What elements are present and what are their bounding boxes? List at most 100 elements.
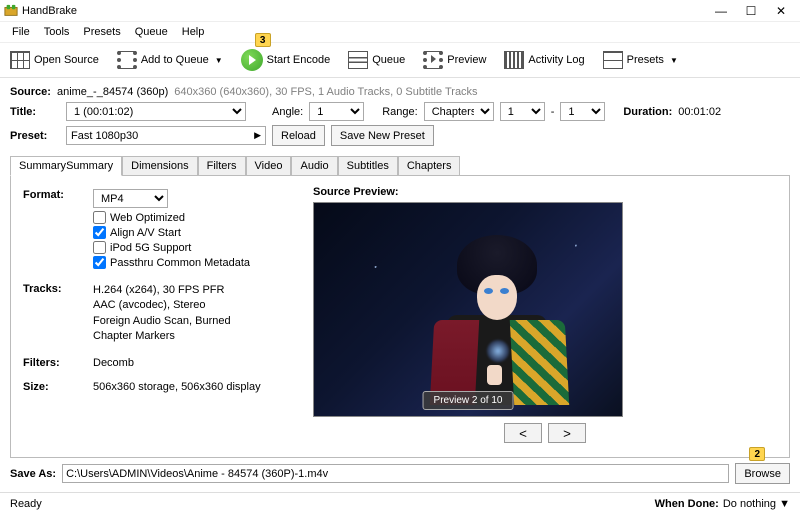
passthru-checkbox[interactable]: Passthru Common Metadata (93, 256, 293, 269)
tab-dimensions[interactable]: Dimensions (122, 156, 197, 175)
ipod-checkbox[interactable]: iPod 5G Support (93, 241, 293, 254)
save-as-input[interactable] (62, 464, 729, 483)
angle-label: Angle: (272, 106, 303, 118)
activity-log-button[interactable]: Activity Log (500, 49, 588, 71)
preset-selected: Fast 1080p30 (71, 130, 138, 142)
start-encode-label: Start Encode (267, 54, 331, 66)
chevron-down-icon: ▼ (779, 498, 790, 510)
callout-2: 2 (749, 447, 765, 461)
align-av-label: Align A/V Start (110, 227, 181, 239)
format-label: Format: (23, 189, 93, 208)
range-type-select[interactable]: Chapters (424, 102, 494, 121)
app-icon (4, 4, 18, 18)
source-preview: Preview 2 of 10 (313, 202, 623, 417)
web-optimized-label: Web Optimized (110, 212, 185, 224)
track-line: H.264 (x264), 30 FPS PFR (93, 283, 293, 298)
preset-label: Preset: (10, 130, 60, 142)
queue-label: Queue (372, 54, 405, 66)
close-button[interactable]: ✕ (766, 1, 796, 21)
source-name: anime_-_84574 (360p) (57, 86, 168, 98)
activity-log-label: Activity Log (528, 54, 584, 66)
add-to-queue-button[interactable]: Add to Queue ▼ (113, 49, 227, 71)
chevron-down-icon: ▼ (215, 56, 223, 65)
web-optimized-checkbox[interactable]: Web Optimized (93, 211, 293, 224)
size-value: 506x360 storage, 506x360 display (93, 381, 293, 393)
content-area: Source: anime_-_84574 (360p) 640x360 (64… (0, 78, 800, 462)
presets-button[interactable]: Presets ▼ (599, 49, 682, 71)
window-title: HandBrake (22, 5, 706, 17)
range-label: Range: (382, 106, 417, 118)
chevron-right-icon: ▶ (254, 130, 261, 141)
open-source-button[interactable]: Open Source (6, 49, 103, 71)
tab-body-summary: Format: MP4 Web Optimized Align A/V Star… (10, 176, 790, 458)
passthru-label: Passthru Common Metadata (110, 257, 250, 269)
preview-label: Preview (447, 54, 486, 66)
menubar: File Tools Presets Queue Help (0, 22, 800, 43)
preview-next-button[interactable]: > (548, 423, 586, 443)
start-encode-button[interactable]: 3 Start Encode (237, 47, 335, 73)
range-from-select[interactable]: 1 (500, 102, 545, 121)
tab-audio[interactable]: Audio (291, 156, 337, 175)
tracks-list: H.264 (x264), 30 FPS PFR AAC (avcodec), … (93, 283, 293, 345)
range-to-select[interactable]: 1 (560, 102, 605, 121)
size-label: Size: (23, 381, 93, 393)
summary-left: Format: MP4 Web Optimized Align A/V Star… (23, 186, 293, 443)
menu-file[interactable]: File (6, 24, 36, 40)
status-text: Ready (10, 498, 42, 510)
tabs: SummarySummary Dimensions Filters Video … (10, 156, 790, 176)
align-av-checkbox[interactable]: Align A/V Start (93, 226, 293, 239)
minimize-button[interactable]: — (706, 1, 736, 21)
ipod-label: iPod 5G Support (110, 242, 191, 254)
preset-select[interactable]: Fast 1080p30 ▶ (66, 126, 266, 145)
add-queue-label: Add to Queue (141, 54, 209, 66)
save-new-preset-button[interactable]: Save New Preset (331, 125, 434, 146)
filters-label: Filters: (23, 357, 93, 369)
source-label: Source: (10, 86, 51, 98)
tracks-label: Tracks: (23, 283, 93, 345)
queue-button[interactable]: Queue (344, 49, 409, 71)
maximize-button[interactable]: ☐ (736, 1, 766, 21)
tab-video[interactable]: Video (246, 156, 292, 175)
presets-label: Presets (627, 54, 664, 66)
track-line: Foreign Audio Scan, Burned (93, 314, 293, 329)
callout-3: 3 (255, 33, 271, 47)
menu-presets[interactable]: Presets (77, 24, 126, 40)
source-info: 640x360 (640x360), 30 FPS, 1 Audio Track… (174, 86, 477, 98)
presets-icon (603, 51, 623, 69)
menu-queue[interactable]: Queue (129, 24, 174, 40)
angle-select[interactable]: 1 (309, 102, 364, 121)
menu-help[interactable]: Help (176, 24, 211, 40)
source-preview-label: Source Preview: (313, 186, 777, 198)
preview-counter: Preview 2 of 10 (423, 391, 514, 410)
activity-log-icon (504, 51, 524, 69)
toolbar: Open Source Add to Queue ▼ 3 Start Encod… (0, 43, 800, 78)
title-label: Title: (10, 106, 60, 118)
preview-prev-button[interactable]: < (504, 423, 542, 443)
tab-subtitles[interactable]: Subtitles (338, 156, 398, 175)
save-as-row: Save As: 2 Browse (0, 459, 800, 488)
track-line: AAC (avcodec), Stereo (93, 298, 293, 313)
preview-icon (423, 51, 443, 69)
summary-right: Source Preview: Preview 2 of 10 < > (313, 186, 777, 443)
duration-value: 00:01:02 (678, 106, 721, 118)
film-add-icon (117, 51, 137, 69)
save-as-label: Save As: (10, 468, 56, 480)
preview-button[interactable]: Preview (419, 49, 490, 71)
format-select[interactable]: MP4 (93, 189, 168, 208)
tab-filters[interactable]: Filters (198, 156, 246, 175)
browse-button[interactable]: Browse (735, 463, 790, 484)
filters-value: Decomb (93, 357, 293, 369)
statusbar: Ready When Done: Do nothing ▼ (0, 492, 800, 514)
tab-summary[interactable]: SummarySummary (10, 156, 122, 176)
play-icon (241, 49, 263, 71)
chevron-down-icon: ▼ (670, 56, 678, 65)
when-done-value[interactable]: Do nothing ▼ (723, 498, 790, 510)
titlebar: HandBrake — ☐ ✕ (0, 0, 800, 22)
menu-tools[interactable]: Tools (38, 24, 76, 40)
when-done-label: When Done: (655, 498, 719, 510)
reload-preset-button[interactable]: Reload (272, 125, 325, 146)
title-select[interactable]: 1 (00:01:02) (66, 102, 246, 121)
range-dash: - (551, 106, 555, 118)
tab-chapters[interactable]: Chapters (398, 156, 461, 175)
queue-icon (348, 51, 368, 69)
